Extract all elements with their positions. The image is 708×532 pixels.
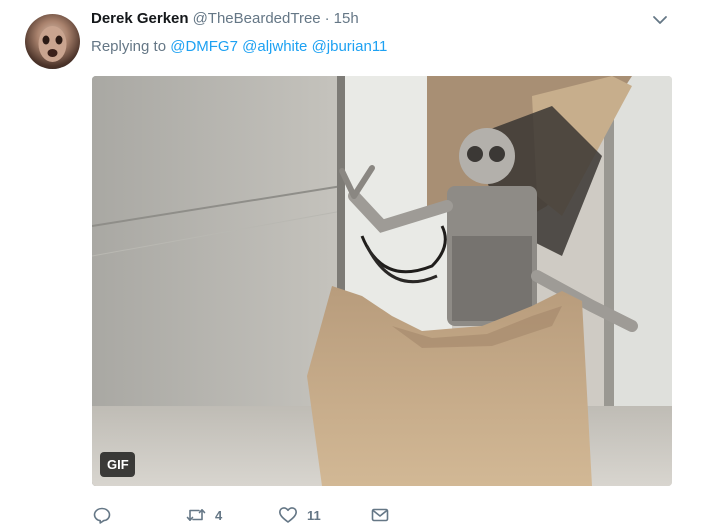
separator-dot: ·: [324, 10, 330, 27]
mention-link[interactable]: @DMFG7: [170, 38, 238, 55]
retweet-icon: [186, 509, 206, 521]
chevron-down-icon: [653, 16, 667, 24]
like-button[interactable]: 11: [278, 503, 321, 527]
direct-message-icon: [371, 508, 389, 522]
gif-frame-image: [92, 76, 672, 486]
replying-to-label: Replying to: [91, 38, 167, 55]
avatar-face-image: [25, 26, 80, 69]
tweet-header: Derek Gerken @TheBeardedTree · 15h: [91, 9, 359, 29]
retweet-button[interactable]: 4: [186, 503, 222, 527]
like-icon: [279, 507, 297, 523]
direct-message-button[interactable]: [370, 503, 390, 527]
replying-to: Replying to @DMFG7 @aljwhite @jburian11: [91, 37, 387, 57]
user-handle[interactable]: @TheBeardedTree: [193, 10, 321, 27]
avatar[interactable]: [25, 14, 80, 69]
reply-icon: [93, 507, 111, 524]
gif-badge: GIF: [100, 452, 135, 477]
gif-media[interactable]: [92, 76, 672, 486]
display-name[interactable]: Derek Gerken: [91, 10, 189, 27]
timestamp[interactable]: 15h: [334, 10, 359, 27]
more-options-button[interactable]: [650, 10, 670, 30]
mention-link[interactable]: @aljwhite: [242, 38, 307, 55]
mention-link[interactable]: @jburian11: [312, 38, 388, 55]
retweet-count: 4: [215, 507, 223, 523]
tweet-actions: 4 11: [92, 503, 412, 527]
reply-button[interactable]: [92, 503, 121, 527]
like-count: 11: [307, 507, 321, 523]
